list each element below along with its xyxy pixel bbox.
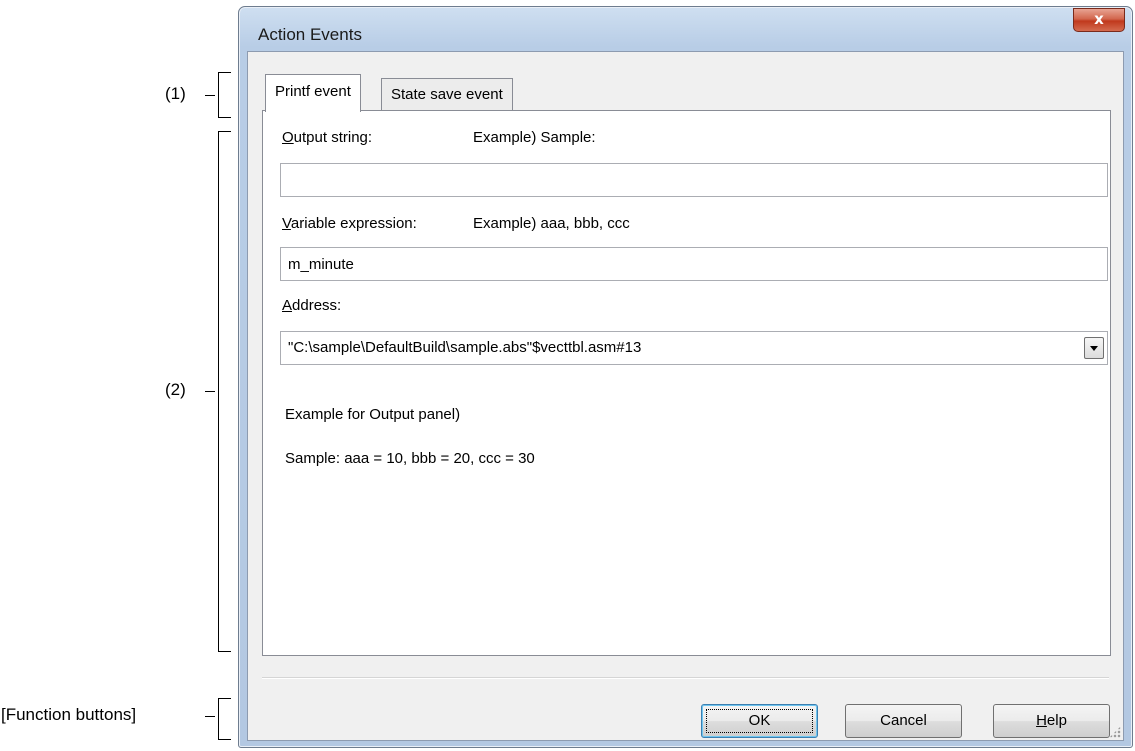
cancel-button[interactable]: Cancel bbox=[845, 704, 962, 738]
address-value: "C:\sample\DefaultBuild\sample.abs"$vect… bbox=[288, 339, 642, 356]
annotation-function-buttons-label: [Function buttons] bbox=[1, 705, 137, 724]
variable-expression-mnemonic: V bbox=[282, 215, 291, 232]
tab-state-save-event[interactable]: State save event bbox=[381, 78, 513, 111]
dialog-client-area: Printf event State save event Output str… bbox=[247, 51, 1124, 741]
address-label: Address: bbox=[282, 297, 341, 314]
variable-expression-label-text: ariable expression: bbox=[290, 215, 417, 232]
address-combobox[interactable]: "C:\sample\DefaultBuild\sample.abs"$vect… bbox=[280, 331, 1108, 365]
close-button[interactable]: x bbox=[1073, 8, 1125, 32]
annotation-tabs-bracket bbox=[218, 72, 231, 118]
cancel-button-label: Cancel bbox=[880, 712, 927, 729]
resize-grip[interactable] bbox=[1109, 726, 1121, 738]
close-icon: x bbox=[1094, 10, 1104, 28]
address-mnemonic: A bbox=[282, 297, 293, 314]
output-string-input[interactable] bbox=[280, 163, 1108, 197]
printf-event-panel: Output string: Example) Sample: Variable… bbox=[262, 110, 1111, 656]
help-mnemonic: H bbox=[1036, 712, 1047, 729]
output-string-mnemonic: O bbox=[282, 129, 294, 146]
title-bar[interactable]: Action Events x bbox=[239, 7, 1132, 51]
help-button-label: elp bbox=[1046, 712, 1067, 729]
tab-state-save-event-label: State save event bbox=[391, 86, 503, 103]
annotation-function-buttons-tick bbox=[205, 716, 215, 717]
chevron-down-icon[interactable] bbox=[1084, 337, 1104, 359]
output-string-label: Output string: bbox=[282, 129, 372, 146]
annotation-panel-tick bbox=[205, 391, 215, 392]
annotation-panel-bracket bbox=[218, 131, 231, 652]
output-string-example: Example) Sample: bbox=[473, 129, 596, 146]
annotation-tabs-tick bbox=[205, 95, 215, 96]
output-string-label-text: utput string: bbox=[293, 129, 373, 146]
variable-expression-example: Example) aaa, bbb, ccc bbox=[473, 215, 630, 232]
output-example-text: Sample: aaa = 10, bbb = 20, ccc = 30 bbox=[285, 450, 535, 467]
address-label-text: ddress: bbox=[292, 297, 342, 314]
tab-printf-event[interactable]: Printf event bbox=[265, 74, 361, 112]
ok-button[interactable]: OK bbox=[701, 704, 818, 738]
button-separator bbox=[262, 677, 1109, 679]
annotation-tabs-label: (1) bbox=[165, 84, 186, 103]
annotation-function-buttons-bracket bbox=[218, 698, 231, 740]
variable-expression-label: Variable expression: bbox=[282, 215, 417, 232]
variable-expression-input[interactable] bbox=[280, 247, 1108, 281]
dialog-title: Action Events bbox=[258, 25, 362, 44]
focus-rectangle bbox=[706, 709, 813, 733]
tab-printf-event-label: Printf event bbox=[275, 83, 351, 100]
output-example-heading: Example for Output panel) bbox=[285, 406, 461, 423]
annotation-panel-label: (2) bbox=[165, 380, 186, 399]
action-events-dialog: Action Events x Printf event State save … bbox=[238, 6, 1133, 748]
help-button[interactable]: Help bbox=[993, 704, 1110, 738]
